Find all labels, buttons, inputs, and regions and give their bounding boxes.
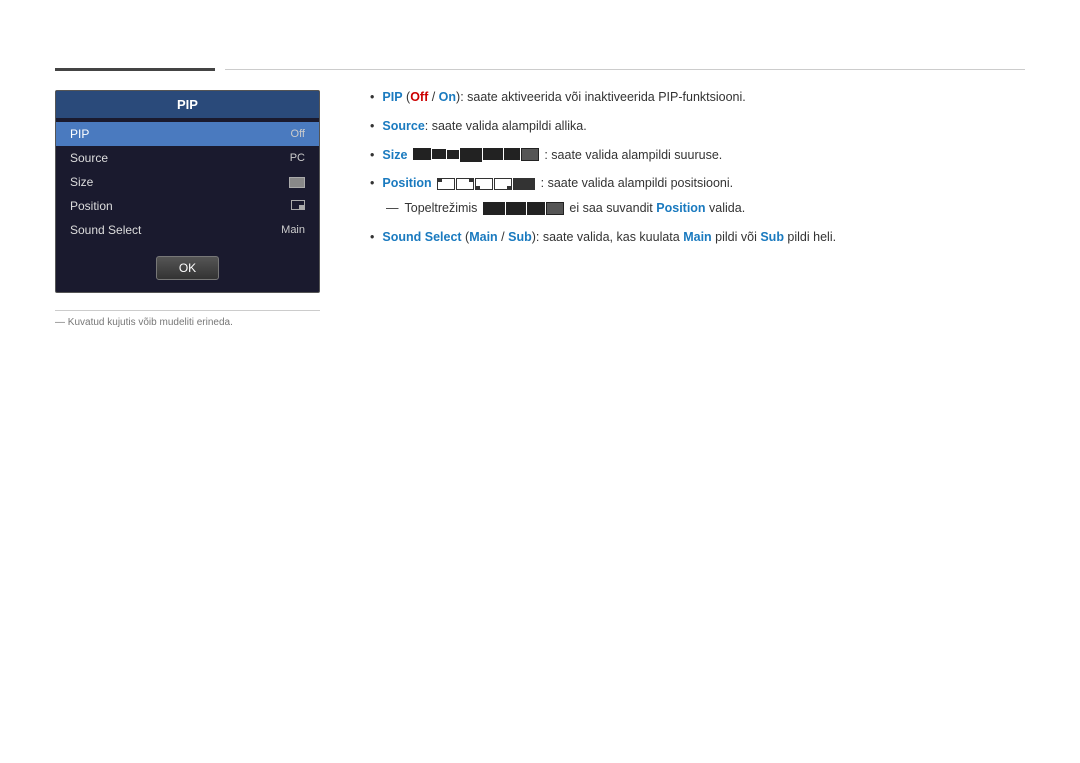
pip-item-label: PIP [70,127,89,141]
position-note-label: Position [656,201,705,215]
pip-item-value: Off [291,128,305,140]
double-mode-icons [483,202,564,215]
size-icon-5 [483,148,503,160]
pos-icon-br [494,178,512,190]
sound-main-2: Main [683,230,711,244]
sound-sub-2: Sub [760,230,784,244]
position-icon [291,200,305,210]
pip-menu-item-position[interactable]: Position [56,194,319,218]
pos-dot [469,179,473,182]
bottom-note: ― Kuvatud kujutis võib mudeliti erineda. [55,310,320,328]
content-area: PIP (Off / On): saate aktiveerida või in… [370,88,1025,257]
pip-title: PIP [56,91,319,118]
bullet-list: PIP (Off / On): saate aktiveerida või in… [370,88,1025,193]
ok-button-row: OK [56,246,319,292]
size-icon-6 [504,148,520,160]
source-item-label: Source [70,151,108,165]
pos-dot [507,186,511,189]
pos-dot [438,179,442,182]
source-label: Source [382,119,424,133]
position-item-label: Position [70,199,113,213]
ok-button[interactable]: OK [156,256,219,280]
pip-on: On [439,90,456,104]
pos-icon-bl [475,178,493,190]
size-item-label: Size [70,175,93,189]
pip-off: Off [410,90,428,104]
bullet-size: Size : saate valida alampildi suuruse. [370,146,1025,165]
size-item-value [289,176,305,188]
pip-panel: PIP PIP Off Source PC Size Position [55,90,320,293]
pos-icon-tl [437,178,455,190]
source-item-value: PC [290,152,305,164]
bullet-size-content: Size : saate valida alampildi suuruse. [382,146,1025,165]
bullet-pip: PIP (Off / On): saate aktiveerida või in… [370,88,1025,107]
bullet-source: Source: saate valida alampildi allika. [370,117,1025,136]
position-label: Position [382,176,431,190]
pip-label: PIP [382,90,402,104]
size-icons [413,148,539,162]
sound-sub: Sub [508,230,532,244]
bullet-pip-content: PIP (Off / On): saate aktiveerida või in… [382,88,1025,107]
pip-menu-item-pip[interactable]: PIP Off [56,122,319,146]
dark-line [55,68,215,71]
size-icon-3 [447,150,459,159]
indented-note-content: Topeltrežimis ei saa suvandit Position v… [405,199,746,218]
size-icon-4 [460,148,482,162]
indented-position-note: Topeltrežimis ei saa suvandit Position v… [370,199,1025,218]
size-label: Size [382,148,407,162]
dbl-icon-2 [506,202,526,215]
pos-icon-tr [456,178,474,190]
position-item-value [291,200,305,213]
bullet-source-content: Source: saate valida alampildi allika. [382,117,1025,136]
bullet-sound-select-content: Sound Select (Main / Sub): saate valida,… [382,228,1025,247]
dbl-icon-4 [546,202,564,215]
pip-menu-item-source[interactable]: Source PC [56,146,319,170]
dbl-icon-1 [483,202,505,215]
position-icons [437,178,535,190]
bullet-position: Position : saa [370,174,1025,193]
sound-select-item-value: Main [281,224,305,236]
pip-menu: PIP Off Source PC Size Position Sound Se… [56,118,319,246]
bullet-sound-select: Sound Select (Main / Sub): saate valida,… [370,228,1025,247]
pip-menu-item-size[interactable]: Size [56,170,319,194]
dbl-icon-3 [527,202,545,215]
sound-main: Main [469,230,497,244]
sound-select-label: Sound Select [382,230,461,244]
sound-select-item-label: Sound Select [70,223,141,237]
bullet-list-2: Sound Select (Main / Sub): saate valida,… [370,228,1025,247]
size-icon-7 [521,148,539,161]
light-line [225,69,1025,70]
size-icon-1 [413,148,431,160]
pip-menu-item-sound-select[interactable]: Sound Select Main [56,218,319,242]
size-icon-2 [432,149,446,159]
pos-dot [476,186,480,189]
pos-icon-center [513,178,535,190]
bullet-position-content: Position : saa [382,174,1025,193]
top-decorative-lines [55,68,1025,71]
